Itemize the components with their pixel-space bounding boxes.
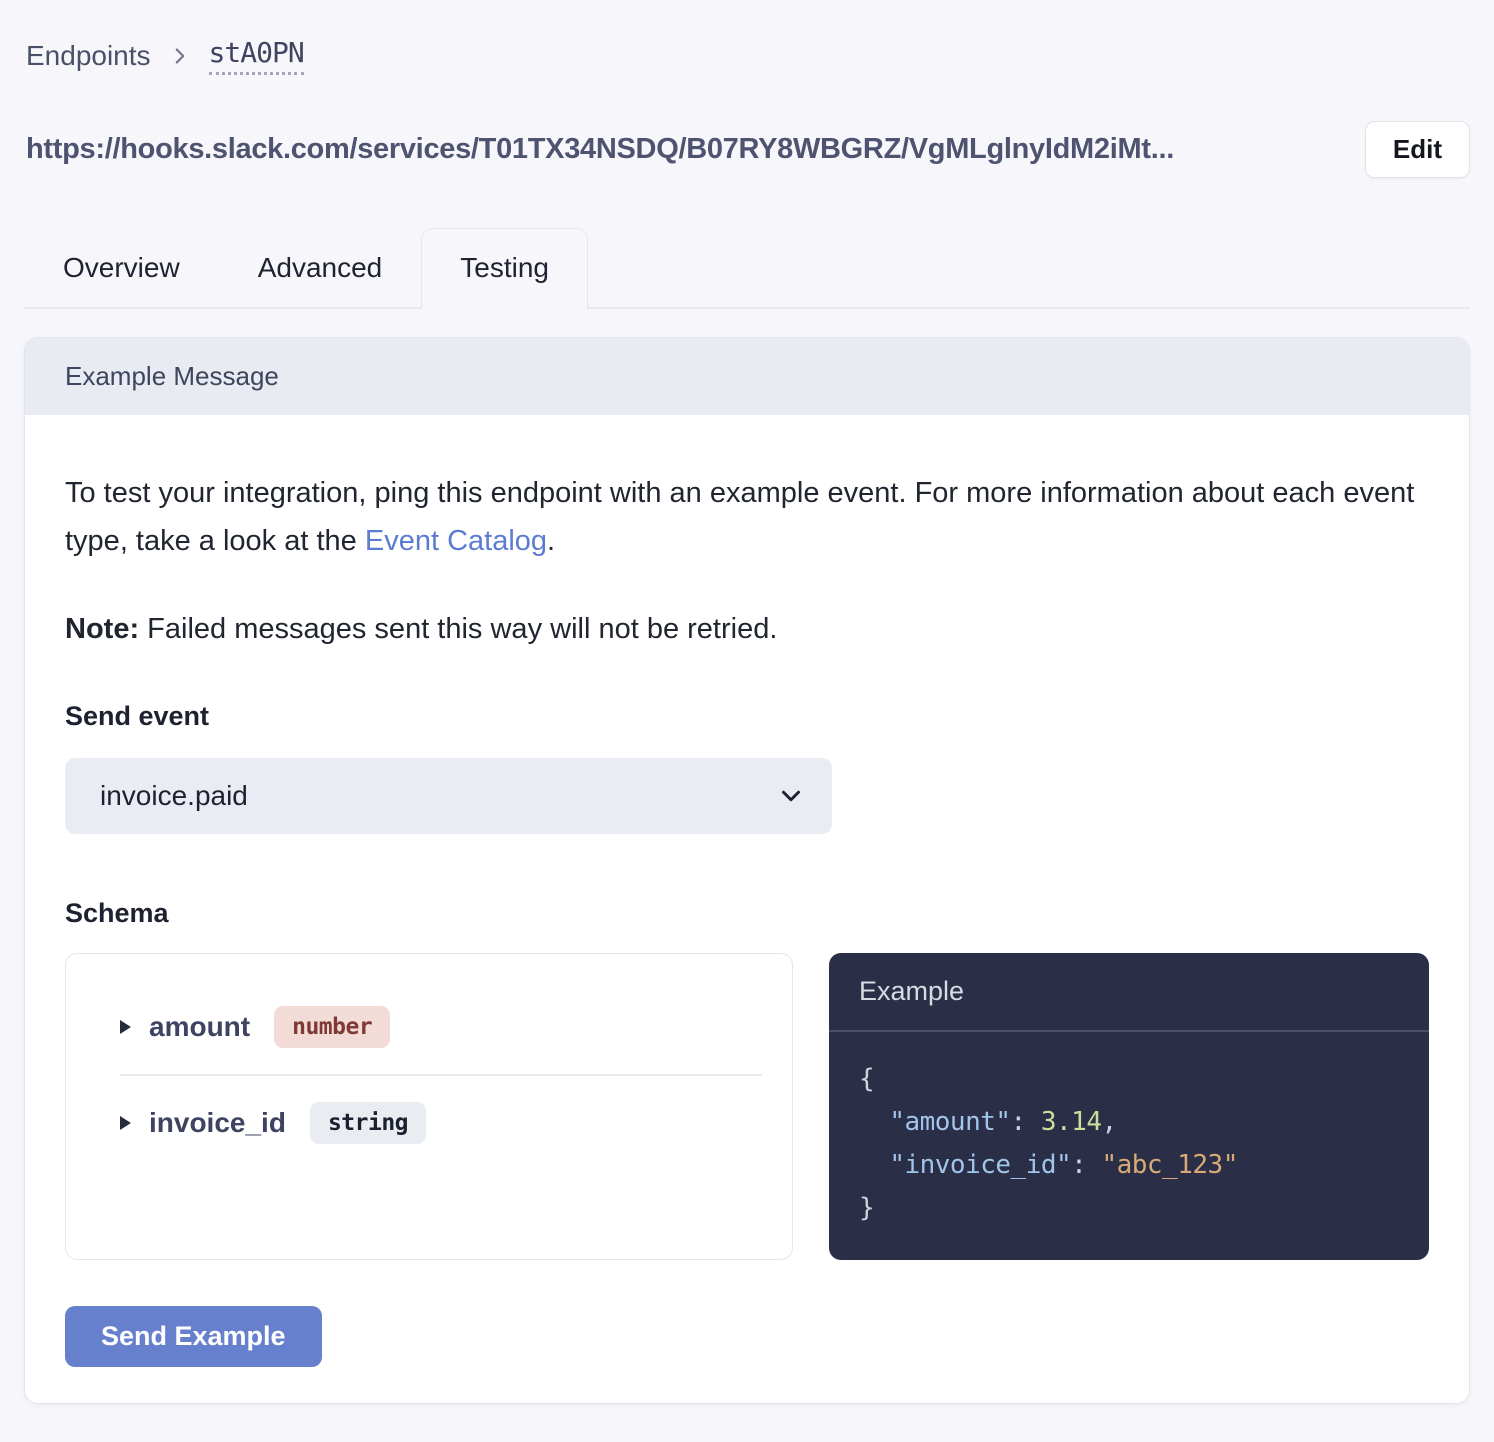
code-token-punct: : — [1011, 1107, 1041, 1137]
code-token-punct: } — [859, 1193, 874, 1223]
endpoint-url-row: https://hooks.slack.com/services/T01TX34… — [24, 121, 1470, 178]
intro-before-link: To test your integration, ping this endp… — [65, 477, 1414, 557]
card-title: Example Message — [65, 361, 279, 391]
code-line: "invoice_id": "abc_123" — [859, 1144, 1399, 1187]
edit-url-button[interactable]: Edit — [1365, 121, 1470, 178]
card-header: Example Message — [25, 338, 1469, 415]
schema-field-row[interactable]: invoice_id string — [96, 1076, 762, 1170]
schema-field-type-badge: string — [310, 1102, 426, 1144]
page: Endpoints stA0PN https://hooks.slack.com… — [0, 0, 1494, 1428]
schema-field-name: amount — [149, 1011, 250, 1043]
tab-overview[interactable]: Overview — [24, 228, 219, 307]
note-label: Note: — [65, 613, 139, 645]
intro-text: To test your integration, ping this endp… — [65, 469, 1429, 565]
example-panel: Example { "amount": 3.14, "invoice_id": … — [829, 953, 1429, 1260]
send-event-select[interactable]: invoice.paid — [65, 758, 832, 834]
breadcrumb: Endpoints stA0PN — [24, 36, 1470, 75]
tab-advanced[interactable]: Advanced — [219, 228, 422, 307]
send-example-button[interactable]: Send Example — [65, 1306, 322, 1367]
code-token-key: "invoice_id" — [889, 1150, 1071, 1180]
code-line: { — [859, 1058, 1399, 1101]
code-line: } — [859, 1187, 1399, 1230]
code-token-num: 3.14 — [1041, 1107, 1102, 1137]
intro-after-link: . — [547, 525, 555, 557]
schema-field-row[interactable]: amount number — [96, 980, 762, 1074]
schema-label: Schema — [65, 898, 1429, 929]
code-token-punct — [859, 1150, 889, 1180]
note-text: Note: Failed messages sent this way will… — [65, 609, 1429, 649]
breadcrumb-endpoint-name[interactable]: stA0PN — [209, 36, 304, 75]
note-body: Failed messages sent this way will not b… — [139, 613, 777, 645]
example-panel-title: Example — [829, 953, 1429, 1032]
example-code: { "amount": 3.14, "invoice_id": "abc_123… — [829, 1032, 1429, 1256]
chevron-down-icon — [776, 781, 806, 811]
code-token-str: "abc_123" — [1101, 1150, 1237, 1180]
schema-section: amount number invoice_id string Example { "… — [65, 953, 1429, 1260]
code-token-punct: , — [1101, 1107, 1116, 1137]
event-catalog-link[interactable]: Event Catalog — [365, 525, 547, 557]
code-token-punct: : — [1071, 1150, 1101, 1180]
code-token-punct: { — [859, 1064, 874, 1094]
code-token-key: "amount" — [889, 1107, 1010, 1137]
schema-field-name: invoice_id — [149, 1107, 286, 1139]
expand-arrow-icon[interactable] — [120, 1116, 131, 1130]
code-line: "amount": 3.14, — [859, 1101, 1399, 1144]
schema-field-type-badge: number — [274, 1006, 390, 1048]
tab-bar: OverviewAdvancedTesting — [24, 228, 1470, 309]
send-event-label: Send event — [65, 701, 1429, 732]
send-event-select-value: invoice.paid — [100, 780, 248, 812]
expand-arrow-icon[interactable] — [120, 1020, 131, 1034]
endpoint-url: https://hooks.slack.com/services/T01TX34… — [26, 133, 1174, 166]
card-body: To test your integration, ping this endp… — [25, 415, 1469, 1403]
tab-testing[interactable]: Testing — [421, 228, 588, 309]
code-token-punct — [859, 1107, 889, 1137]
breadcrumb-endpoints-link[interactable]: Endpoints — [26, 40, 151, 72]
chevron-right-icon — [167, 43, 193, 69]
schema-field-list: amount number invoice_id string — [65, 953, 793, 1260]
example-message-card: Example Message To test your integration… — [24, 337, 1470, 1404]
